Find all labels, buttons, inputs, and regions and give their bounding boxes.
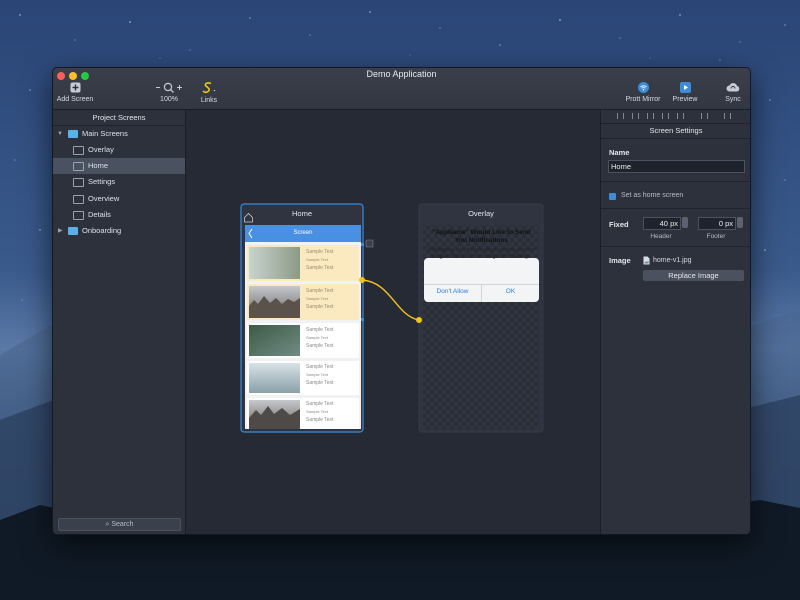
disclosure-closed-icon[interactable]: ▶ <box>58 223 63 239</box>
sidebar-item-overview[interactable]: Overview <box>53 191 185 207</box>
window-title: Demo Application <box>366 69 437 79</box>
links-button[interactable]: Links <box>197 81 221 104</box>
home-artboard-title: Home <box>291 209 312 218</box>
align-right-icon[interactable] <box>647 113 654 119</box>
alert-title: "AppName" Would Like to Send You Notific… <box>432 229 531 244</box>
sync-button[interactable]: Sync <box>722 82 744 103</box>
card-list <box>247 245 359 429</box>
image-file-icon <box>643 256 650 265</box>
card-text: Sample Text Sample Text Sample Text <box>306 327 334 349</box>
divider <box>601 208 750 209</box>
nav-bar-title: Screen <box>293 230 313 236</box>
design-canvas[interactable]: Home Screen Sample Text Sample Text Samp… <box>186 110 599 534</box>
footer-stepper[interactable] <box>737 217 743 228</box>
image-label: Image <box>609 256 631 265</box>
align-center-icon[interactable] <box>632 113 639 119</box>
header-caption: Header <box>650 233 672 240</box>
wifi-icon <box>637 82 649 93</box>
card-text: Sample Text Sample Text Sample Text <box>306 249 334 271</box>
replace-image-button[interactable]: Replace Image <box>643 270 744 281</box>
align-middle-icon[interactable] <box>677 113 684 119</box>
add-screen-icon <box>70 82 80 93</box>
sidebar-header: Project Screens <box>53 110 185 126</box>
dont-allow-button[interactable]: Don't Allow <box>424 288 481 295</box>
screen-icon <box>73 162 84 171</box>
link-toggle-icon <box>365 239 374 248</box>
name-label: Name <box>609 148 630 157</box>
folder-icon <box>68 130 78 138</box>
image-filename: home-v1.jpg <box>653 257 692 264</box>
align-top-icon[interactable] <box>662 113 669 119</box>
screen-name-field[interactable]: Home <box>608 160 745 173</box>
link-start-handle <box>359 277 365 283</box>
sidebar-item-home[interactable]: Home <box>53 158 185 174</box>
screen-icon <box>73 195 84 204</box>
ok-button[interactable]: OK <box>482 288 539 295</box>
search-icon: ⌕ <box>105 521 110 528</box>
add-screen-button[interactable]: Add Screen <box>55 82 95 103</box>
card-text: Sample Text Sample Text Sample Text <box>306 288 334 310</box>
header-stepper[interactable] <box>682 217 688 228</box>
canvas-artboards <box>240 203 544 433</box>
zoom-icon <box>156 82 182 93</box>
app-window: Demo Application Add Screen 100% Links P… <box>52 67 751 535</box>
home-screen-checkbox[interactable] <box>609 193 616 200</box>
play-icon <box>679 82 691 93</box>
divider <box>601 246 750 247</box>
alignment-toolbar <box>601 110 750 124</box>
sidebar-item-onboarding[interactable]: ▶ Onboarding <box>53 223 185 239</box>
card-text: Sample Text Sample Text Sample Text <box>306 364 334 386</box>
footer-height-field[interactable]: 0 px <box>698 217 736 230</box>
overlay-artboard-title: Overlay <box>468 209 494 218</box>
alert-message: Notifications may include alerts, sounds… <box>427 247 536 260</box>
title-bar: Demo Application Add Screen 100% Links P… <box>53 68 750 110</box>
settings-header: Screen Settings <box>601 124 750 139</box>
project-screens-sidebar: Project Screens ▼ Main Screens Overlay H… <box>53 110 186 534</box>
header-height-field[interactable]: 40 px <box>643 217 681 230</box>
distribute-horizontal-icon[interactable] <box>701 113 708 119</box>
align-left-icon[interactable] <box>617 113 624 119</box>
card-text: Sample Text Sample Text Sample Text <box>306 401 334 423</box>
cloud-sync-icon <box>726 83 740 92</box>
home-artboard[interactable] <box>240 203 374 433</box>
sidebar-item-main-screens[interactable]: ▼ Main Screens <box>53 126 185 142</box>
zoom-control[interactable]: 100% <box>153 82 185 103</box>
preview-button[interactable]: Preview <box>670 82 700 103</box>
link-end-handle <box>416 317 422 323</box>
fixed-label: Fixed <box>609 220 629 229</box>
screen-icon <box>73 146 84 155</box>
screen-link-line <box>361 279 420 321</box>
links-icon <box>202 82 216 94</box>
home-screen-label: Set as home screen <box>621 192 684 199</box>
sidebar-item-overlay[interactable]: Overlay <box>53 142 185 158</box>
folder-icon <box>68 227 78 235</box>
screen-settings-panel: Screen Settings Name Home Set as home sc… <box>600 110 750 534</box>
prott-mirror-button[interactable]: Prott Mirror <box>623 82 663 103</box>
divider <box>601 181 750 182</box>
disclosure-open-icon[interactable]: ▼ <box>57 126 63 142</box>
sidebar-item-details[interactable]: Details <box>53 207 185 223</box>
distribute-vertical-icon[interactable] <box>724 113 731 119</box>
screen-icon <box>73 178 84 187</box>
screen-icon <box>73 211 84 220</box>
screen-search-input[interactable]: ⌕ Search <box>58 518 181 531</box>
footer-caption: Footer <box>706 233 726 240</box>
sidebar-item-settings[interactable]: Settings <box>53 174 185 190</box>
